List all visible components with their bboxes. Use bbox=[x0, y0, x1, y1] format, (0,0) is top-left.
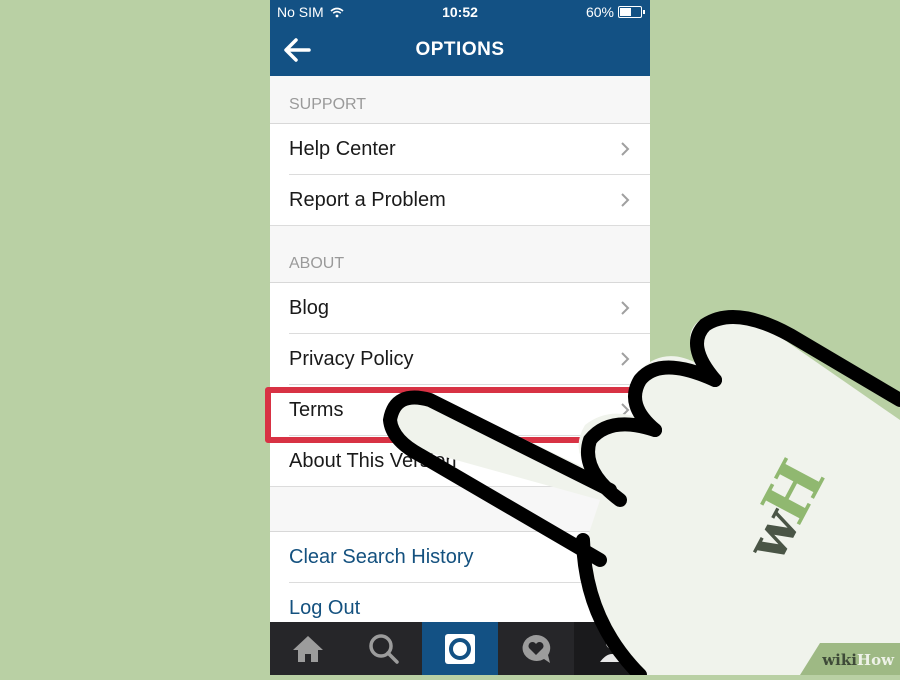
chevron-right-icon bbox=[621, 142, 630, 156]
status-bar: No SIM 10:52 60% bbox=[270, 0, 650, 24]
action-label: Log Out bbox=[289, 597, 361, 619]
wikihow-watermark: wikiHow bbox=[800, 643, 900, 675]
item-label: About This Version bbox=[289, 450, 457, 472]
list-item-blog[interactable]: Blog bbox=[270, 283, 650, 334]
home-icon bbox=[293, 635, 323, 662]
battery-percent: 60% bbox=[585, 4, 614, 20]
item-label: Terms bbox=[289, 399, 344, 421]
list-item-privacy-policy[interactable]: Privacy Policy bbox=[270, 334, 650, 385]
knuckle-outline-3 bbox=[690, 310, 900, 407]
item-label: Blog bbox=[289, 297, 330, 319]
clear-search-history-button[interactable]: Clear Search History bbox=[270, 532, 650, 583]
page-title: OPTIONS bbox=[415, 39, 505, 60]
list-item-terms[interactable]: Terms bbox=[270, 385, 650, 436]
tab-camera[interactable] bbox=[422, 622, 498, 675]
wh-logo: w H bbox=[732, 449, 839, 573]
chevron-right-icon bbox=[621, 403, 630, 417]
item-label: Privacy Policy bbox=[289, 348, 414, 370]
section-header-about: ABOUT bbox=[270, 226, 650, 283]
tab-bar bbox=[270, 622, 650, 675]
section-header-support: SUPPORT bbox=[270, 76, 650, 124]
watermark-wiki: wiki bbox=[822, 651, 857, 669]
watermark-how: How bbox=[856, 651, 894, 669]
tab-activity[interactable] bbox=[498, 622, 574, 675]
camera-icon bbox=[445, 633, 475, 664]
tab-search[interactable] bbox=[346, 622, 422, 675]
battery-icon bbox=[618, 6, 645, 18]
item-label: Report a Problem bbox=[289, 189, 446, 211]
list-item-help-center[interactable]: Help Center bbox=[270, 124, 650, 175]
tab-profile[interactable] bbox=[574, 622, 650, 675]
tab-home[interactable] bbox=[270, 622, 346, 675]
item-label: Help Center bbox=[289, 138, 396, 160]
section-title: ABOUT bbox=[289, 255, 345, 272]
list-item-about-version[interactable]: About This Version bbox=[270, 436, 650, 487]
phone-screen: No SIM 10:52 60% OPTIONS SUPPORT Help Ce… bbox=[270, 0, 650, 675]
chevron-right-icon bbox=[621, 301, 630, 315]
profile-icon bbox=[600, 636, 624, 662]
options-list: SUPPORT Help Center Report a Problem ABO… bbox=[270, 76, 650, 634]
chevron-right-icon bbox=[621, 454, 630, 468]
section-spacer bbox=[270, 487, 650, 532]
chevron-right-icon bbox=[621, 193, 630, 207]
chevron-right-icon bbox=[621, 352, 630, 366]
activity-heart-icon bbox=[522, 634, 551, 663]
search-icon bbox=[369, 633, 399, 664]
list-item-report-problem[interactable]: Report a Problem bbox=[270, 175, 650, 226]
action-label: Clear Search History bbox=[289, 546, 474, 568]
section-title: SUPPORT bbox=[289, 96, 367, 113]
wh-logo-w: w bbox=[732, 496, 814, 572]
wh-logo-h: H bbox=[747, 449, 839, 535]
nav-bar: OPTIONS bbox=[270, 24, 650, 76]
